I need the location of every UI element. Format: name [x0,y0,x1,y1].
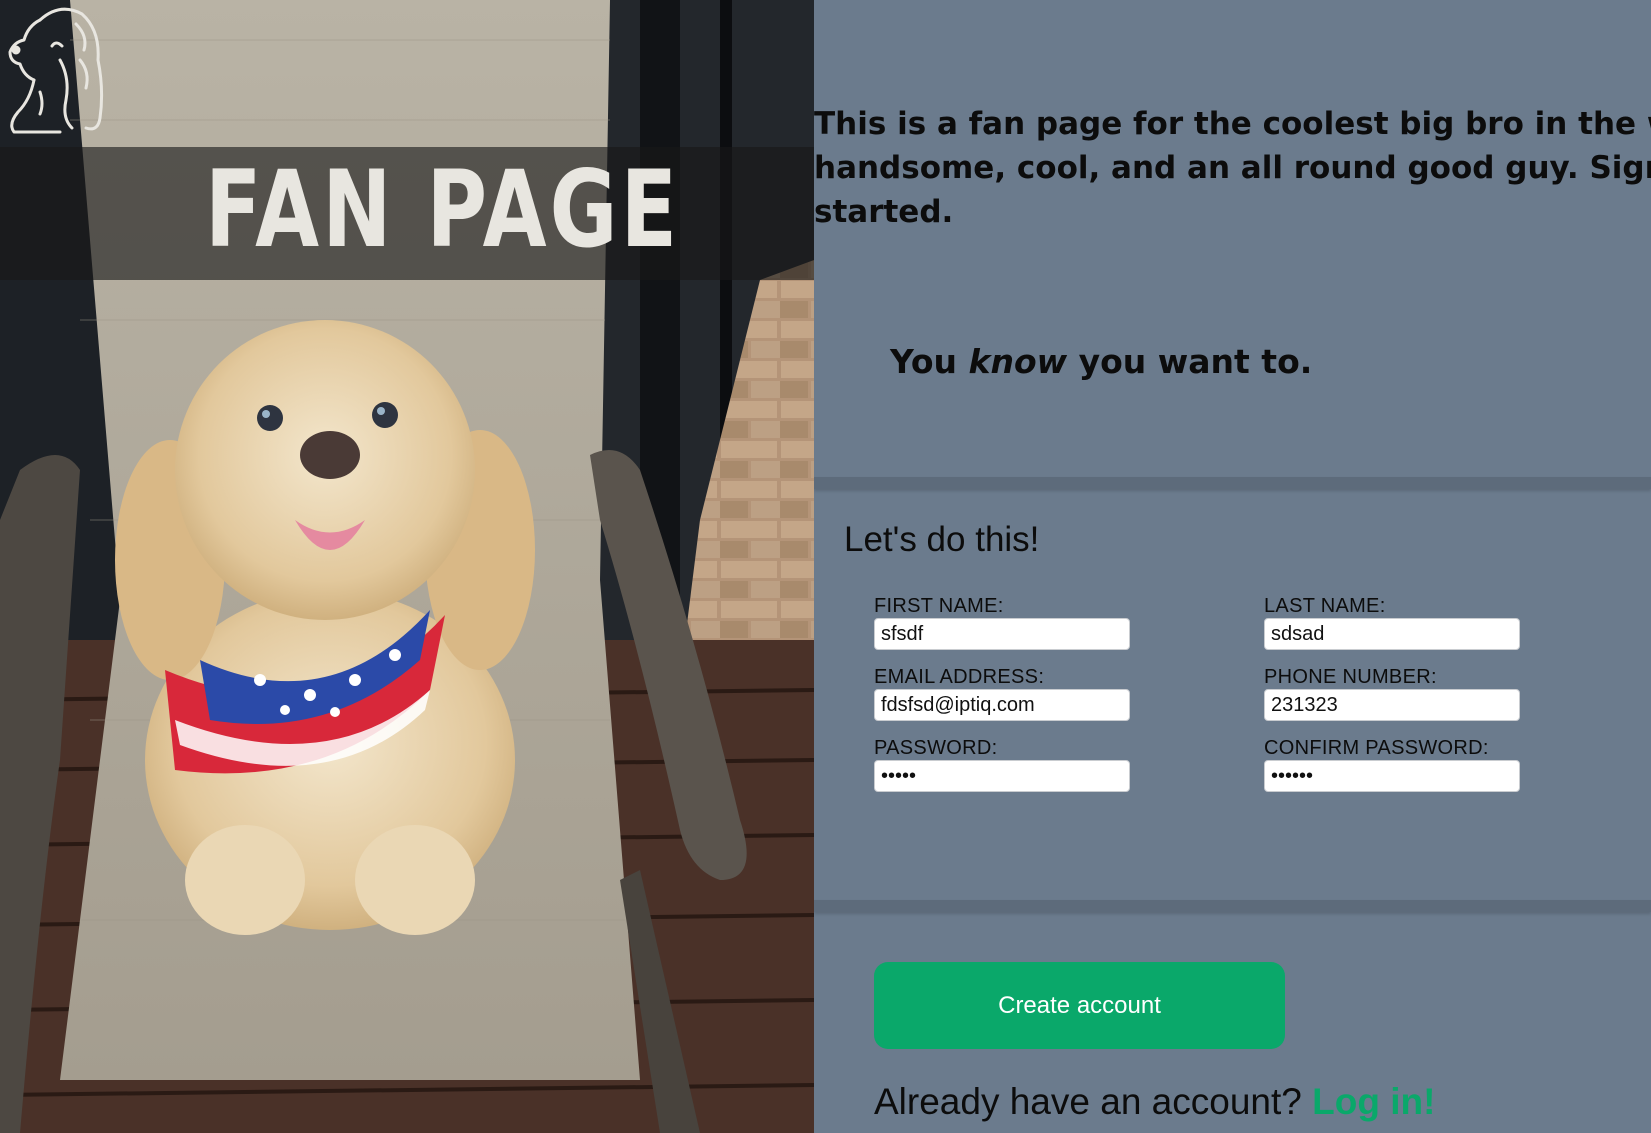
password-label: PASSWORD: [874,737,998,759]
phone-label: PHONE NUMBER: [1264,666,1437,688]
signup-panel: This is a fan page for the coolest big b… [814,0,1651,1133]
email-field: EMAIL ADDRESS: fdsfsd@iptiq.com [874,665,1130,721]
password-field: PASSWORD: ••••• [874,736,1130,792]
email-label: EMAIL ADDRESS: [874,666,1045,688]
logo-title: FAN PAGE [205,148,681,271]
hero-photo: FAN PAGE [0,0,814,1133]
tagline-before: You [890,342,969,381]
last-name-field: LAST NAME: sdsad [1264,594,1520,650]
tagline-emphasis: know [968,342,1068,381]
password-input[interactable]: ••••• [874,760,1130,792]
confirm-password-field: CONFIRM PASSWORD: •••••• [1264,736,1520,792]
first-name-label: FIRST NAME: [874,595,1004,617]
tagline-after: you want to. [1067,342,1313,381]
last-name-label: LAST NAME: [1264,595,1386,617]
last-name-input[interactable]: sdsad [1264,618,1520,650]
tagline: You know you want to. [890,340,1312,384]
phone-input[interactable]: 231323 [1264,689,1520,721]
section-divider [814,477,1651,489]
confirm-password-label: CONFIRM PASSWORD: [1264,737,1489,759]
confirm-password-input[interactable]: •••••• [1264,760,1520,792]
login-prompt: Already have an account? Log in! [874,1080,1435,1124]
intro-text: This is a fan page for the coolest big b… [814,102,1651,234]
email-input[interactable]: fdsfsd@iptiq.com [874,689,1130,721]
create-account-button[interactable]: Create account [874,962,1285,1049]
section-divider [814,900,1651,912]
form-title: Let's do this! [844,520,1040,559]
login-link[interactable]: Log in! [1312,1081,1435,1122]
signup-page: FAN PAGE This is a fan page for the cool… [0,0,1651,1133]
intro-line: started. [814,194,954,230]
intro-line: This is a fan page for the coolest big b… [814,106,1651,142]
login-prompt-text: Already have an account? [874,1081,1313,1122]
dog-logo-icon [8,7,104,134]
intro-line: handsome, cool, and an all round good gu… [814,150,1651,186]
phone-field: PHONE NUMBER: 231323 [1264,665,1520,721]
first-name-input[interactable]: sfsdf [874,618,1130,650]
first-name-field: FIRST NAME: sfsdf [874,594,1130,650]
